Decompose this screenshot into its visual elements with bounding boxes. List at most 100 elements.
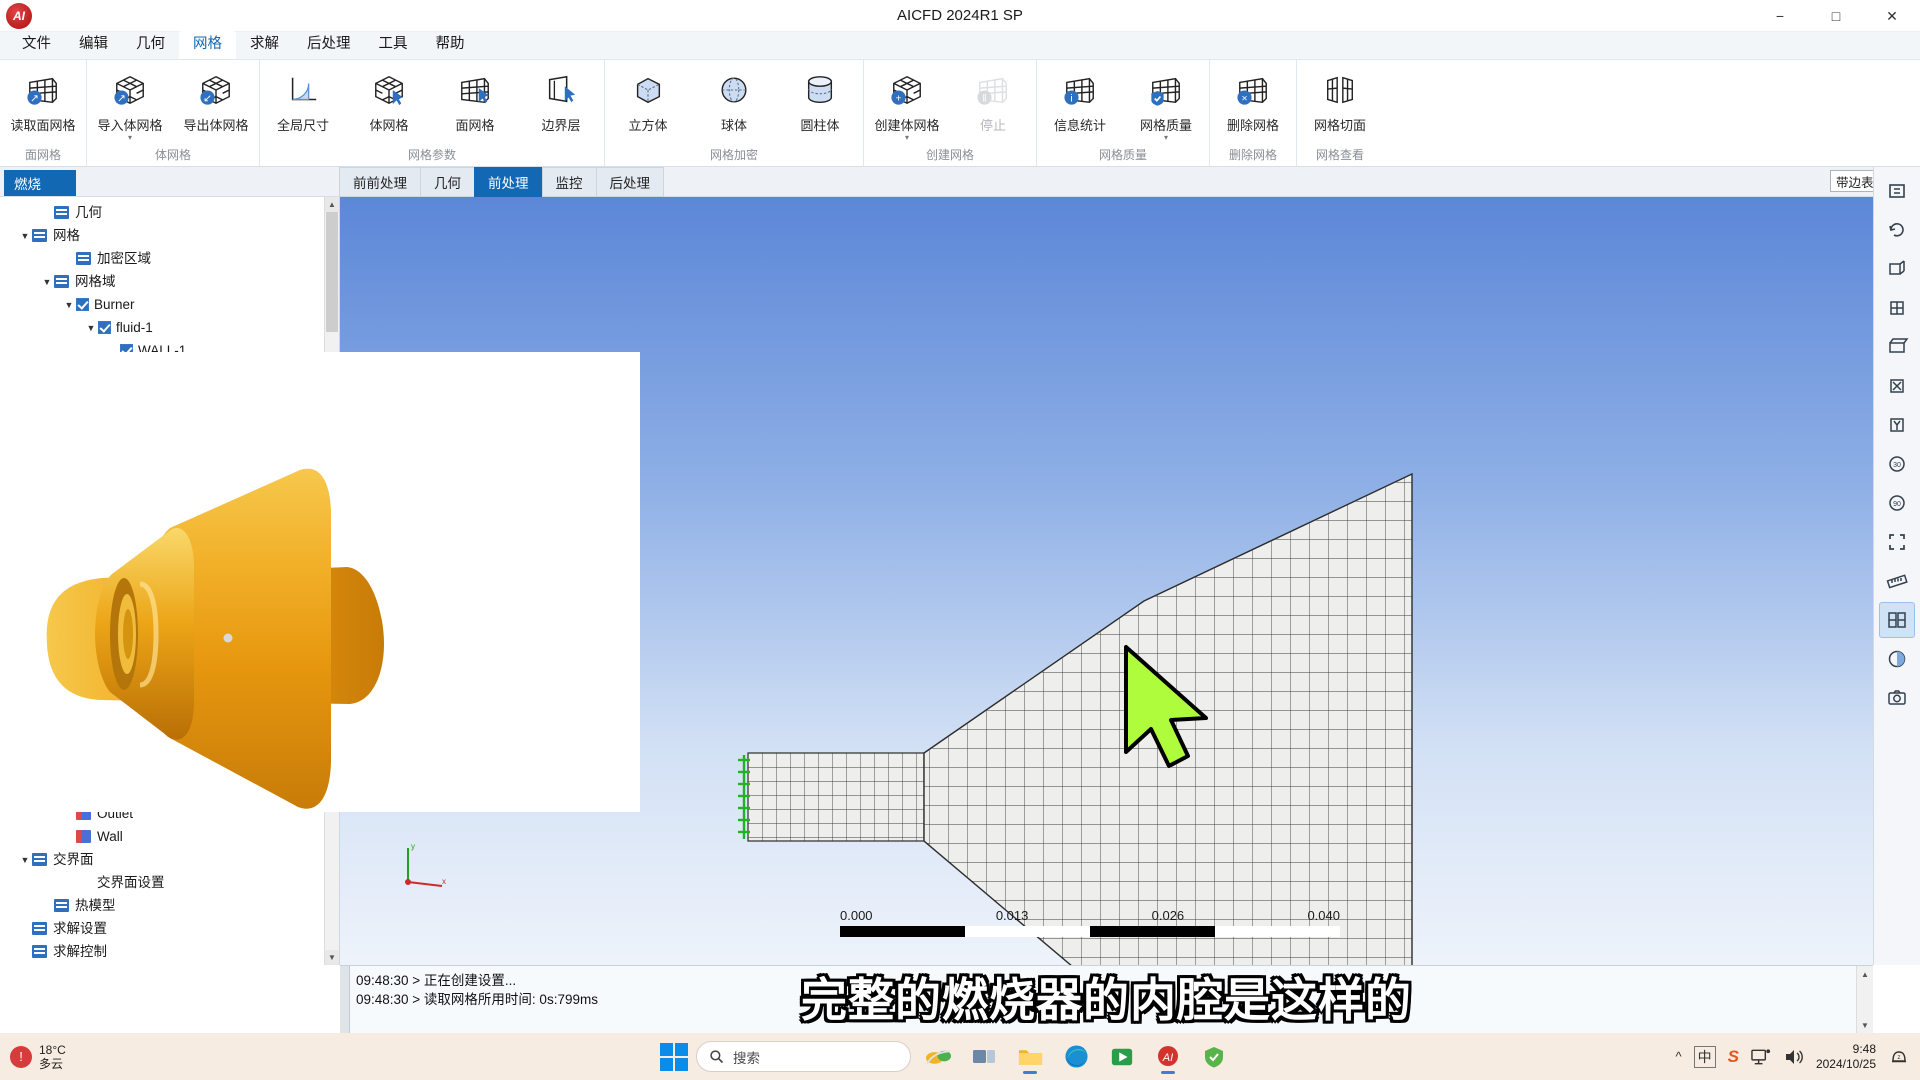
color-palette-icon[interactable] [1879, 641, 1915, 677]
menu-item-5[interactable]: 后处理 [293, 31, 365, 59]
tree-item[interactable]: 热模型 [0, 894, 325, 917]
boundary-layer-button[interactable]: 边界层 [518, 65, 604, 134]
mesh-delete-button[interactable]: × 删除网格 [1210, 65, 1296, 134]
view-tab-2[interactable]: 前处理 [474, 166, 543, 197]
menu-item-7[interactable]: 帮助 [422, 31, 479, 59]
view-xz-icon[interactable] [1879, 251, 1915, 287]
cube-shape-button[interactable]: 立方体 [605, 65, 691, 134]
taskbar-aicfd-app-icon[interactable]: AI [1149, 1039, 1187, 1075]
tree-item[interactable]: ▼ 网格 [0, 224, 339, 247]
view-yz-icon[interactable] [1879, 290, 1915, 326]
rotate-90-icon[interactable]: 90 [1879, 485, 1915, 521]
log-line: 09:48:30 > 读取网格所用时间: 0s:799ms [356, 992, 598, 1007]
menu-item-3[interactable]: 网格 [179, 31, 236, 59]
tree-item[interactable]: ▼ 网格域 [0, 270, 339, 293]
view-tab-bar: 燃烧 前前处理几何前处理监控后处理 带边表面 ▼ [0, 166, 1920, 197]
minimize-button[interactable]: − [1752, 0, 1808, 32]
section-plane-icon[interactable] [1879, 602, 1915, 638]
tree-item[interactable]: 求解控制 [0, 940, 325, 963]
screenshot-icon[interactable] [1879, 680, 1915, 716]
view-tab-4[interactable]: 后处理 [595, 166, 664, 197]
taskbar-copilot-icon[interactable] [919, 1039, 957, 1075]
log-scroll-down-icon[interactable]: ▼ [1857, 1017, 1873, 1033]
menu-item-2[interactable]: 几何 [122, 31, 179, 59]
tree-item[interactable]: ▼ fluid-1 [0, 316, 339, 339]
tree-expand-icon[interactable]: ▼ [84, 323, 98, 333]
tree-item[interactable]: 交界面设置 [0, 871, 325, 894]
ribbon-button-label: 面网格 [455, 118, 495, 133]
rotate-30-icon[interactable]: 30 [1879, 446, 1915, 482]
mesh-section-button[interactable]: 网格切面 [1297, 65, 1383, 134]
view-tab-3[interactable]: 监控 [541, 166, 597, 197]
tree-checkbox[interactable] [98, 321, 111, 334]
burner-geometry-preview[interactable] [0, 352, 640, 812]
log-scroll-up-icon[interactable]: ▲ [1857, 966, 1873, 982]
mesh-import-face-button[interactable]: ↗ 读取面网格 [0, 65, 86, 134]
mesh-quality-button[interactable]: 网格质量 ▾ [1123, 65, 1209, 142]
view-neg-y-icon[interactable] [1879, 407, 1915, 443]
project-tab[interactable]: 燃烧 [4, 169, 76, 196]
tree-item[interactable]: 几何 [0, 201, 339, 224]
taskbar-clock[interactable]: 9:48 2024/10/25 [1816, 1042, 1876, 1072]
chevron-down-icon[interactable]: ▾ [128, 134, 132, 142]
start-button-icon[interactable] [660, 1042, 688, 1071]
menu-item-0[interactable]: 文件 [8, 31, 65, 59]
menu-item-6[interactable]: 工具 [365, 31, 422, 59]
tree-expand-icon[interactable]: ▼ [62, 300, 76, 310]
cube-add-button[interactable]: + 创建体网格 ▾ [864, 65, 950, 142]
cube-import-button[interactable]: ↗ 导入体网格 ▾ [87, 65, 173, 142]
taskbar-file-explorer-icon[interactable] [1011, 1039, 1049, 1075]
maximize-button[interactable]: □ [1808, 0, 1864, 32]
tree-expand-icon[interactable]: ▼ [40, 277, 54, 287]
taskbar-search-input[interactable]: 搜索 [696, 1041, 911, 1072]
scroll-up-icon[interactable]: ▲ [325, 197, 339, 212]
tree-item[interactable]: Wall [0, 825, 325, 848]
log-scrollbar[interactable]: ▲ ▼ [1856, 966, 1873, 1033]
fullscreen-icon[interactable] [1879, 524, 1915, 560]
taskbar-weather-widget[interactable]: ! 18°C 多云 [10, 1043, 66, 1071]
ribbon-group-items: 立方体 球体 圆柱体 [605, 60, 863, 148]
tray-expand-icon[interactable]: ^ [1675, 1049, 1681, 1064]
close-button[interactable]: ✕ [1864, 0, 1920, 32]
cube-export-button[interactable]: ↙ 导出体网格 [173, 65, 259, 134]
tree-expand-icon[interactable]: ▼ [18, 855, 32, 865]
tree-item[interactable]: ▼ Burner [0, 293, 339, 316]
taskbar-security-icon[interactable] [1195, 1039, 1233, 1075]
chevron-down-icon[interactable]: ▾ [1164, 134, 1168, 142]
network-icon[interactable] [1751, 1048, 1772, 1066]
taskbar-media-player-icon[interactable] [1103, 1039, 1141, 1075]
face-mesh-cursor-button[interactable]: 面网格 [432, 65, 518, 134]
tree-checkbox[interactable] [76, 298, 89, 311]
taskbar-task-view-icon[interactable] [965, 1039, 1003, 1075]
tree-item[interactable]: 加密区域 [0, 247, 339, 270]
window-controls: − □ ✕ [1752, 0, 1920, 32]
tree-item[interactable]: ▼ 交界面 [0, 848, 325, 871]
svg-text:90: 90 [1893, 501, 1901, 508]
fit-view-icon[interactable] [1879, 173, 1915, 209]
menu-item-1[interactable]: 编辑 [65, 31, 122, 59]
scroll-down-icon[interactable]: ▼ [325, 950, 339, 965]
wall-icon [76, 830, 91, 843]
view-zy-icon[interactable] [1879, 329, 1915, 365]
tree-item[interactable]: 求解设置 [0, 917, 325, 940]
sphere-shape-button[interactable]: 球体 [691, 65, 777, 134]
notifications-bell-icon[interactable]: z [1888, 1047, 1910, 1067]
taskbar: ! 18°C 多云 搜索 AI ^ 中 S 9:48 2024/10/25 z [0, 1033, 1920, 1080]
scroll-thumb[interactable] [326, 212, 338, 332]
mesh-info-button[interactable]: i 信息统计 [1037, 65, 1123, 134]
rotate-view-icon[interactable] [1879, 212, 1915, 248]
tree-expand-icon[interactable]: ▼ [18, 231, 32, 241]
global-size-button[interactable]: 全局尺寸 [260, 65, 346, 134]
taskbar-edge-browser-icon[interactable] [1057, 1039, 1095, 1075]
view-neg-x-icon[interactable] [1879, 368, 1915, 404]
cube-cursor-button[interactable]: 体网格 [346, 65, 432, 134]
menu-item-4[interactable]: 求解 [236, 31, 293, 59]
chevron-down-icon[interactable]: ▾ [905, 134, 909, 142]
sogou-input-icon[interactable]: S [1728, 1047, 1739, 1067]
cylinder-shape-button[interactable]: 圆柱体 [777, 65, 863, 134]
view-tab-0[interactable]: 前前处理 [339, 166, 421, 197]
volume-icon[interactable] [1784, 1048, 1804, 1066]
ime-indicator-icon[interactable]: 中 [1693, 1045, 1716, 1068]
measure-ruler-icon[interactable] [1879, 563, 1915, 599]
view-tab-1[interactable]: 几何 [420, 166, 475, 197]
